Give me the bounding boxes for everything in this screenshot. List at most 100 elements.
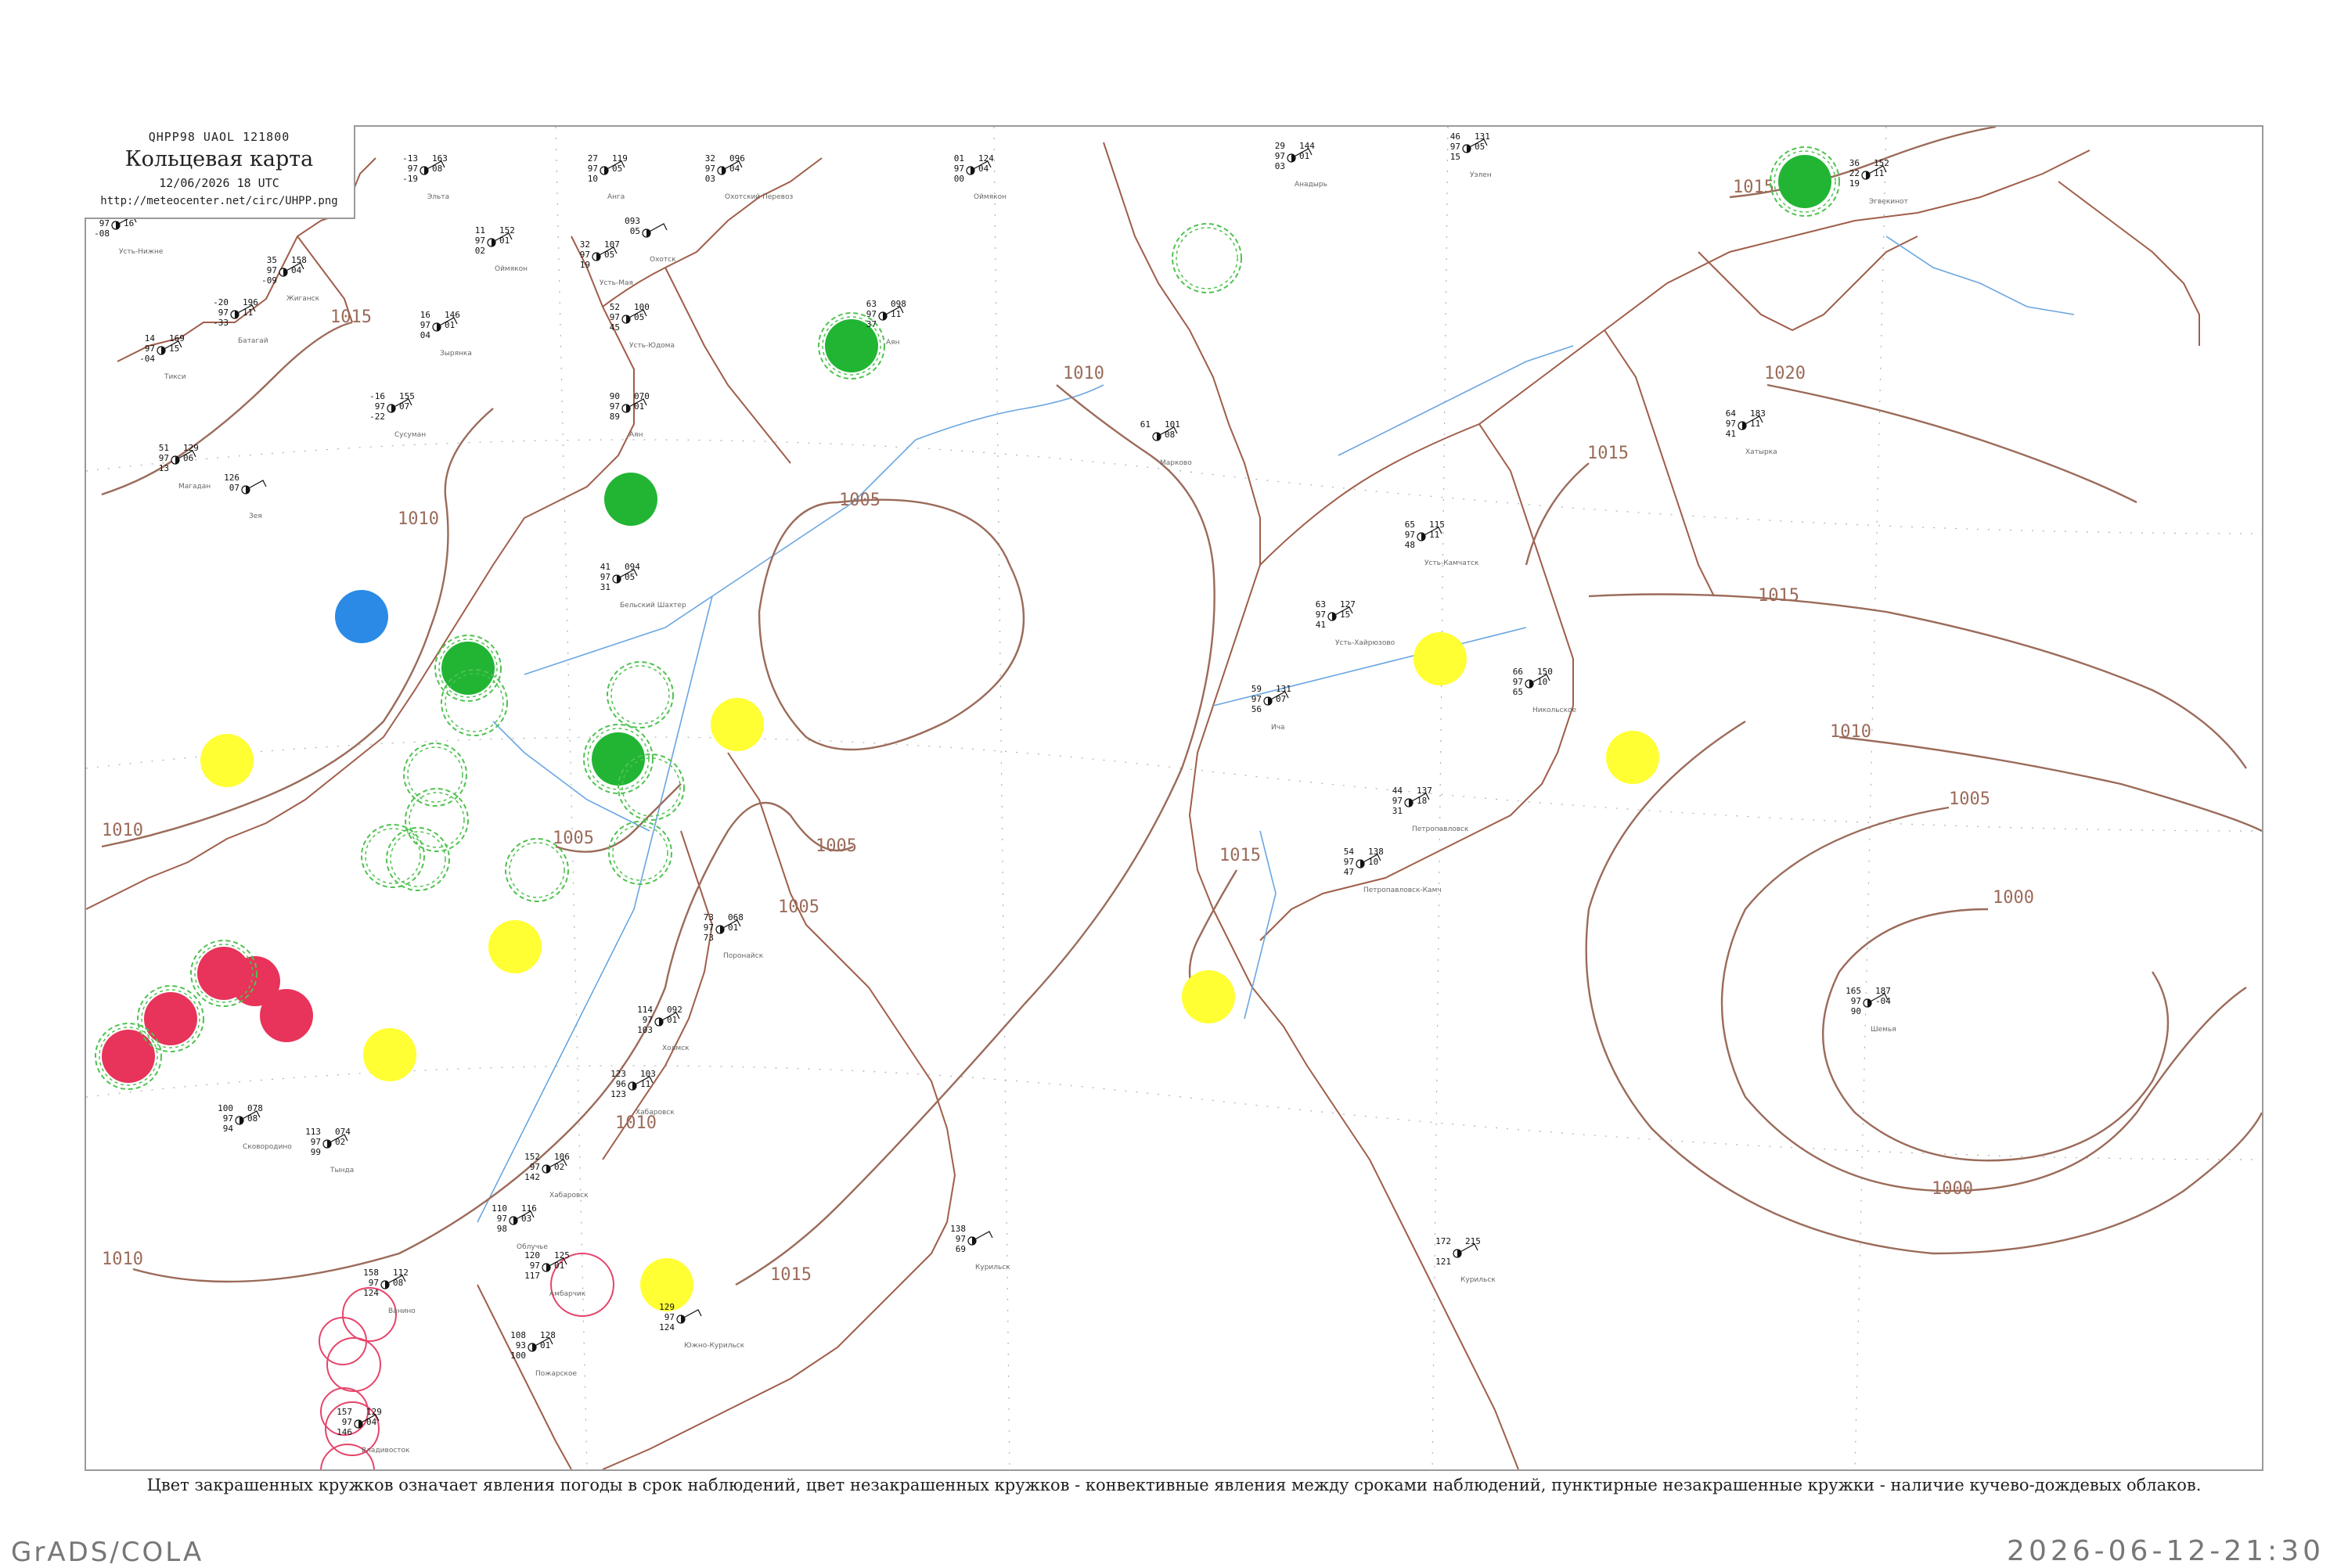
station-plot[interactable]: 1139799 07402 Тында (305, 1127, 354, 1174)
station-value: 074 (335, 1127, 351, 1137)
station-value: 97 (1450, 142, 1460, 152)
station-plot[interactable]: 1497-04 16915 Тикси (139, 333, 186, 381)
station-value: 106 (554, 1152, 570, 1162)
station-value: 65 (1513, 687, 1523, 697)
station-value: 97 (600, 572, 610, 582)
station-plot[interactable]: 329719 10705 Усть-Мая (580, 239, 633, 287)
isobar-label: 1005 (816, 836, 857, 856)
station-value: 01 (634, 401, 644, 412)
isobar-label: 1010 (102, 1250, 143, 1269)
station-plot[interactable]: 299703 14401 Анадырь (1275, 141, 1327, 189)
station-plot[interactable]: 669765 15010 Никольское (1513, 667, 1577, 714)
station-value: 08 (1165, 430, 1175, 440)
cb-dashed-ring-inner (612, 825, 668, 881)
station-plot[interactable]: 12997124 Южно-Курильск (659, 1302, 745, 1350)
station-value: 45 (610, 322, 620, 333)
station-plot[interactable]: -1697-22 15507 Сусуман (369, 391, 426, 439)
station-value: 187 (1875, 986, 1891, 996)
station-plot[interactable]: 172 121 215 Курильск (1435, 1236, 1496, 1284)
station-value: 142 (524, 1172, 540, 1182)
station-value: 01 (554, 1261, 564, 1271)
station-plot[interactable]: 362219 15211 Эгвекинот (1849, 158, 1908, 206)
station-plot[interactable]: 449731 13718 Петропавловск (1392, 786, 1469, 833)
station-name: Оймякон (974, 193, 1007, 201)
cb-dashed-ring-inner (409, 792, 465, 848)
station-plot[interactable]: 110979811603Облучье (492, 1203, 548, 1251)
station-value: 97 (342, 1417, 352, 1427)
station-value: 144 (1299, 141, 1315, 151)
station-plot[interactable]: 15797146 12904 Владивосток (337, 1407, 410, 1455)
station-plot[interactable]: 169704 14601 Зырянка (420, 310, 472, 358)
station-plots: 3597-0915804Жиганск-2097-3319611Батагай1… (94, 131, 1908, 1455)
station-name: Поронайск (723, 952, 764, 960)
station-value: 127 (1340, 599, 1356, 610)
station-plot[interactable]: 15297142 10602 Хабаровск (524, 1152, 589, 1199)
station-plot[interactable]: 739773 06801 Поронайск (704, 912, 764, 960)
station-value: 150 (1537, 667, 1553, 677)
station-plot[interactable]: 1659790 187-04 Шемья (1846, 986, 1896, 1034)
station-name: Амбарчик (549, 1290, 586, 1298)
station-plot[interactable]: 119702 15201 Оймякон (475, 225, 528, 273)
station-plot[interactable]: 11497103 09201 Холмск (637, 1005, 690, 1052)
graticule (86, 127, 2262, 1469)
station-plot[interactable]: -1397-19 16308 Эльта (402, 153, 449, 201)
station-plot[interactable]: 519713 12906 Магадан (159, 443, 211, 491)
station-value: 97 (99, 218, 110, 228)
isobar-label: 1020 (1764, 364, 1806, 383)
isobar-label: 1015 (770, 1265, 812, 1285)
station-value: 02 (475, 246, 485, 256)
station-plot[interactable]: 639741 12715 Усть-Хайрюзово (1316, 599, 1395, 647)
station-name: Хатырка (1745, 448, 1777, 456)
station-plot[interactable]: 279710 11905 Анга (588, 153, 628, 201)
station-value: 04 (420, 330, 431, 340)
station-plot[interactable]: 12607 Зея (224, 473, 267, 520)
station-plot[interactable]: 12396123 10311 Хабаровск (610, 1069, 675, 1117)
map-url[interactable]: http://meteocenter.net/circ/UHPP.png (85, 195, 354, 207)
station-value: 48 (1405, 540, 1415, 550)
station-value: 05 (612, 164, 622, 174)
station-value: 63 (1316, 599, 1326, 610)
station-plot[interactable]: 3597-09 15804 Жиганск (261, 255, 319, 303)
station-value: 98 (497, 1224, 507, 1234)
isobar-label: 1005 (553, 829, 594, 848)
station-value: 97 (420, 320, 430, 330)
station-name: Оймякон (495, 265, 528, 273)
station-plot[interactable]: 529745 10005 Усть-Юдома (610, 302, 675, 350)
weather-yellow-circle (363, 1028, 416, 1081)
station-value: 02 (335, 1137, 345, 1147)
station-plot[interactable]: 09305 Охотск (625, 216, 676, 264)
station-value: 100 (634, 302, 650, 312)
station-value: 098 (891, 299, 906, 309)
station-value: 165 (1846, 986, 1861, 996)
station-plot[interactable]: 469715 13105 Уэлен (1450, 131, 1492, 179)
station-name: Усть-Юдома (629, 342, 675, 350)
station-plot[interactable]: 15897124 11208 Ванино (363, 1268, 416, 1315)
station-value: 05 (1475, 142, 1485, 152)
station-plot[interactable]: 1009794 07808 Сковородино (218, 1103, 292, 1151)
station-plot[interactable]: 549747 13810 Петропавловск-Камч (1344, 847, 1442, 894)
isobar-label: 1010 (398, 509, 439, 529)
station-value: 07 (1276, 694, 1286, 704)
station-value: 04 (729, 164, 740, 174)
station-plot[interactable]: 61 10108 Марково (1140, 419, 1192, 467)
cb-dashed-ring-inner (1176, 227, 1238, 290)
station-value: 11 (891, 309, 901, 319)
station-plot[interactable]: 12097117 12501 Амбарчик (524, 1250, 586, 1298)
station-value: 05 (630, 226, 640, 236)
station-plot[interactable]: 909789 07001 Аян (610, 391, 650, 439)
isobar-label: 1005 (839, 491, 880, 510)
station-value: 093 (625, 216, 640, 226)
station-plot[interactable]: 1389769 Курильск (950, 1224, 1010, 1271)
station-value: 08 (247, 1113, 257, 1124)
station-value: 128 (540, 1330, 556, 1340)
station-value: 152 (499, 225, 515, 236)
station-value: 01 (954, 153, 964, 164)
station-value: 126 (224, 473, 239, 483)
station-plot[interactable]: 659748 11511 Усть-Камчатск (1405, 520, 1479, 567)
station-plot[interactable]: 329703 09604 Охотский Перевоз (705, 153, 794, 201)
station-value: 07 (229, 483, 239, 493)
station-plot[interactable]: 419731 09405 Бельский Шахтер (600, 562, 686, 610)
station-value: -13 (402, 153, 418, 164)
station-plot[interactable]: 019700 12404 Оймякон (954, 153, 1007, 201)
station-plot[interactable]: 649741 18311 Хатырка (1726, 408, 1777, 456)
